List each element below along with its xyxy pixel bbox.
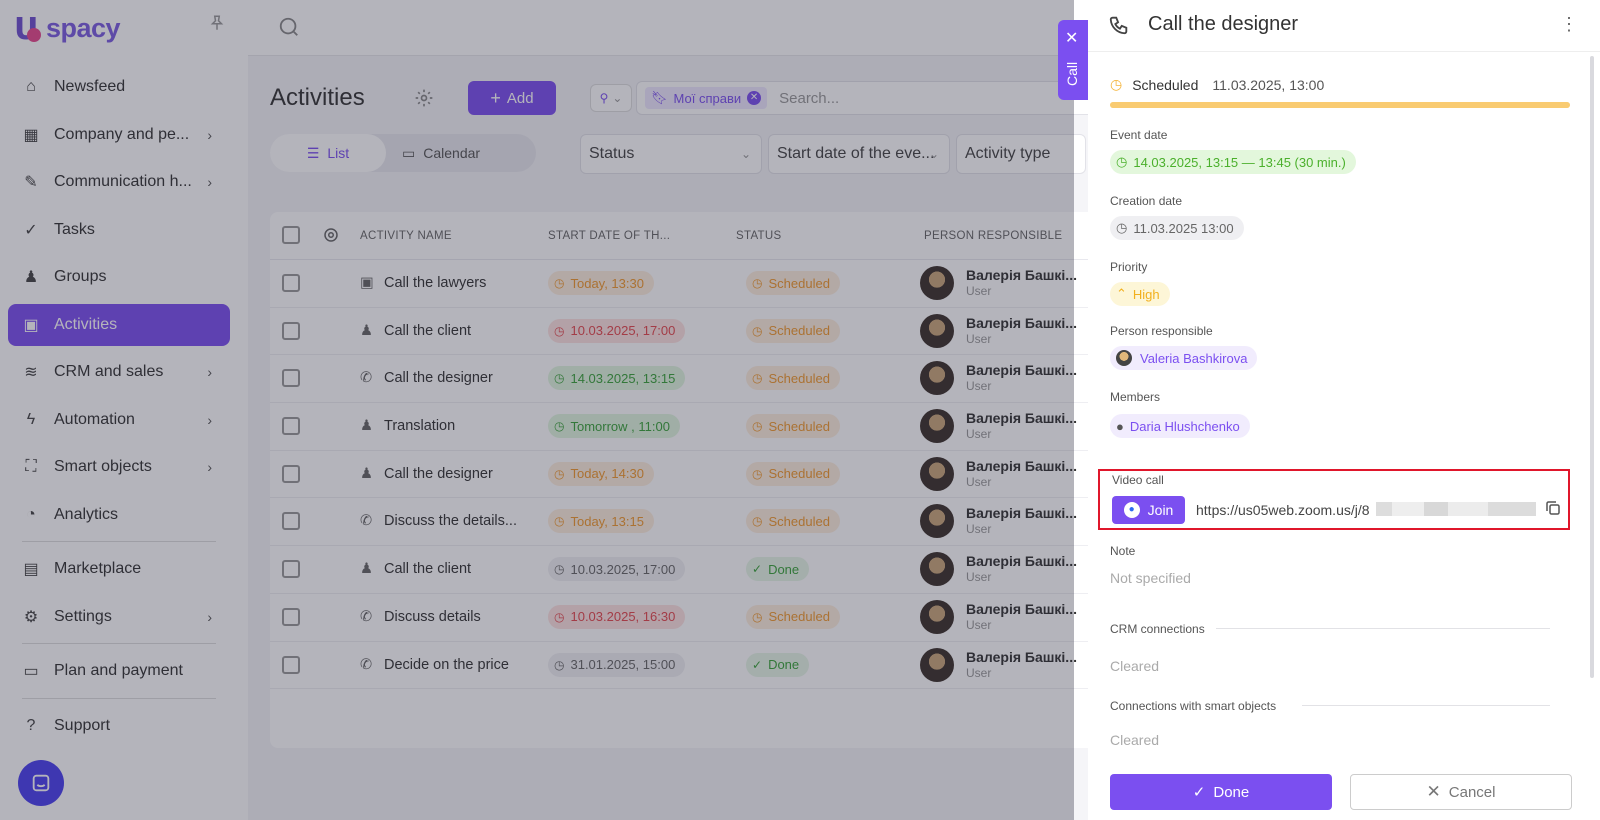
join-button-label: Join (1147, 502, 1174, 518)
done-button[interactable]: ✓ Done (1110, 774, 1332, 810)
video-call-section: Video call ● Join https://us05web.zoom.us… (1098, 469, 1570, 530)
avatar (1116, 350, 1132, 366)
call-tab-label: Call (1064, 61, 1080, 86)
chevron-up-icon: ⌃ (1116, 286, 1127, 301)
drawer-footer: ✓ Done ✕ Cancel (1088, 758, 1600, 820)
member-name: Daria Hlushchenko (1129, 418, 1240, 434)
status-row: ◷ Scheduled 11.03.2025, 13:00 (1110, 76, 1324, 93)
more-options-icon[interactable]: ⋮ (1560, 14, 1578, 35)
check-icon: ✓ (1192, 784, 1206, 801)
drawer-scrollbar[interactable] (1590, 56, 1594, 678)
event-date-badge[interactable]: ◷ 14.03.2025, 13:15 — 13:45 (30 min.) (1110, 150, 1356, 174)
video-call-label: Video call (1112, 473, 1164, 487)
drawer-title: Call the designer (1148, 13, 1299, 35)
smart-connections-value: Cleared (1110, 732, 1160, 748)
event-date-value: 14.03.2025, 13:15 — 13:45 (30 min.) (1133, 154, 1346, 170)
creation-date-label: Creation date (1110, 194, 1183, 208)
creation-date-badge: ◷ 11.03.2025 13:00 (1110, 216, 1244, 240)
crm-connections-label: CRM connections (1110, 622, 1205, 636)
crm-connections-value: Cleared (1110, 658, 1160, 674)
copy-icon[interactable] (1544, 499, 1562, 517)
join-button[interactable]: ● Join (1112, 496, 1185, 524)
cancel-button[interactable]: ✕ Cancel (1350, 774, 1572, 810)
smart-connections-label: Connections with smart objects (1110, 699, 1277, 713)
event-date-label: Event date (1110, 128, 1168, 142)
priority-badge[interactable]: ⌃ High (1110, 282, 1170, 306)
activity-drawer: Call the designer ⋮ ◷ Scheduled 11.03.20… (1088, 0, 1600, 820)
responsible-label: Person responsible (1110, 324, 1213, 338)
clock-icon: ◷ (1116, 220, 1128, 235)
cancel-button-label: Cancel (1448, 783, 1496, 801)
call-tab[interactable]: ✕ Call (1058, 20, 1088, 100)
clock-icon: ◷ (1110, 76, 1123, 92)
close-icon[interactable]: ✕ (1065, 28, 1078, 48)
drawer-header: Call the designer ⋮ (1088, 0, 1600, 52)
status-date: 11.03.2025, 13:00 (1212, 76, 1325, 93)
user-icon: ● (1116, 418, 1124, 434)
note-value[interactable]: Not specified (1110, 570, 1191, 586)
priority-value: High (1132, 286, 1160, 302)
close-icon: ✕ (1426, 782, 1441, 801)
zoom-icon: ● (1123, 502, 1140, 518)
responsible-name: Valeria Bashkirova (1140, 350, 1248, 366)
done-button-label: Done (1213, 783, 1250, 801)
phone-icon (1109, 16, 1128, 35)
status-progress-fill (1110, 102, 1570, 108)
priority-label: Priority (1110, 260, 1148, 274)
clock-icon: ◷ (1116, 154, 1128, 169)
divider (1302, 705, 1550, 706)
member-chip[interactable]: ● Daria Hlushchenko (1110, 414, 1250, 438)
status-progress-bar (1110, 102, 1570, 108)
members-label: Members (1110, 390, 1161, 404)
note-label: Note (1110, 544, 1136, 558)
modal-overlay[interactable] (0, 0, 1074, 820)
status-text: Scheduled (1132, 76, 1199, 93)
responsible-chip[interactable]: Valeria Bashkirova (1110, 346, 1258, 370)
creation-date-value: 11.03.2025 13:00 (1133, 220, 1234, 236)
redacted-url-blur (1376, 502, 1536, 516)
divider (1216, 628, 1550, 629)
